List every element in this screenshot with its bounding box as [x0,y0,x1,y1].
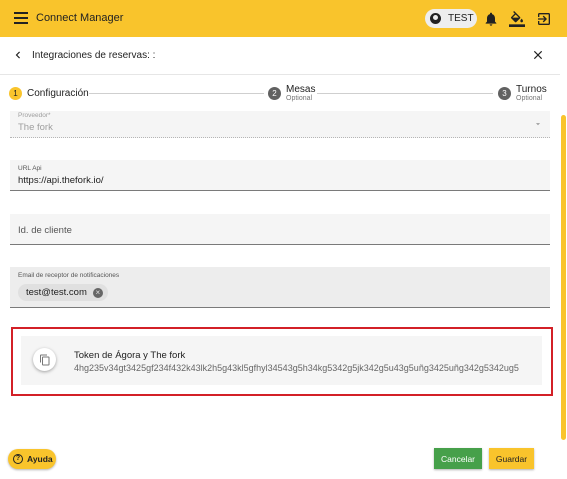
bell-icon[interactable] [483,11,499,27]
format-color-fill-icon[interactable] [509,11,525,27]
dropdown-arrow-icon [535,123,541,126]
client-id-field[interactable]: Id. de cliente [10,214,550,245]
copy-icon [39,354,49,365]
scrollbar-thumb[interactable] [561,115,566,440]
top-app-bar: Connect Manager TEST [0,0,567,37]
step-2-label[interactable]: Mesas [286,84,315,95]
logout-icon[interactable] [536,11,552,27]
email-chip[interactable]: test@test.com × [18,284,108,301]
step-2-sublabel: Optional [286,95,313,102]
user-chip[interactable]: TEST [425,9,477,28]
help-icon: ? [13,454,23,464]
close-icon[interactable] [531,48,545,62]
token-title: Token de Ágora y The fork [74,350,186,361]
help-label: Ayuda [27,454,53,464]
save-button[interactable]: Guardar [489,448,534,469]
provider-value: The fork [18,122,53,133]
step-2-number[interactable]: 2 [268,87,281,100]
step-3-label[interactable]: Turnos [516,84,547,95]
account-circle-icon [430,13,441,24]
dialog-title: Integraciones de reservas: : [32,50,156,61]
url-api-field[interactable]: URL Api https://api.thefork.io/ [10,160,550,191]
step-connector [89,93,264,94]
token-card: Token de Ágora y The fork 4hg235v34gt342… [21,336,542,385]
token-value: 4hg235v34gt3425gf234f432k43lk2h5g43kl5gf… [74,363,519,373]
notification-email-field[interactable]: Email de receptor de notificaciones test… [10,267,550,308]
dialog-header: Integraciones de reservas: : [0,37,560,75]
menu-icon[interactable] [14,12,28,24]
provider-label: Proveedor* [18,112,51,119]
app-title: Connect Manager [36,12,124,24]
step-1-number[interactable]: 1 [9,87,22,100]
email-chip-text: test@test.com [26,287,87,298]
client-id-placeholder: Id. de cliente [18,225,72,236]
url-api-label: URL Api [18,165,42,172]
step-connector [317,93,493,94]
step-1-label[interactable]: Configuración [27,88,89,99]
url-api-value: https://api.thefork.io/ [18,175,104,186]
provider-select[interactable]: Proveedor* The fork [10,111,550,138]
chip-remove-icon[interactable]: × [92,287,103,298]
arrow-back-icon[interactable] [11,48,25,62]
copy-token-button[interactable] [33,348,56,371]
step-3-number[interactable]: 3 [498,87,511,100]
notification-email-label: Email de receptor de notificaciones [18,272,120,279]
help-button[interactable]: ? Ayuda [8,449,56,469]
step-3-sublabel: Optional [516,95,543,102]
cancel-button[interactable]: Cancelar [434,448,482,469]
user-name: TEST [448,13,474,24]
